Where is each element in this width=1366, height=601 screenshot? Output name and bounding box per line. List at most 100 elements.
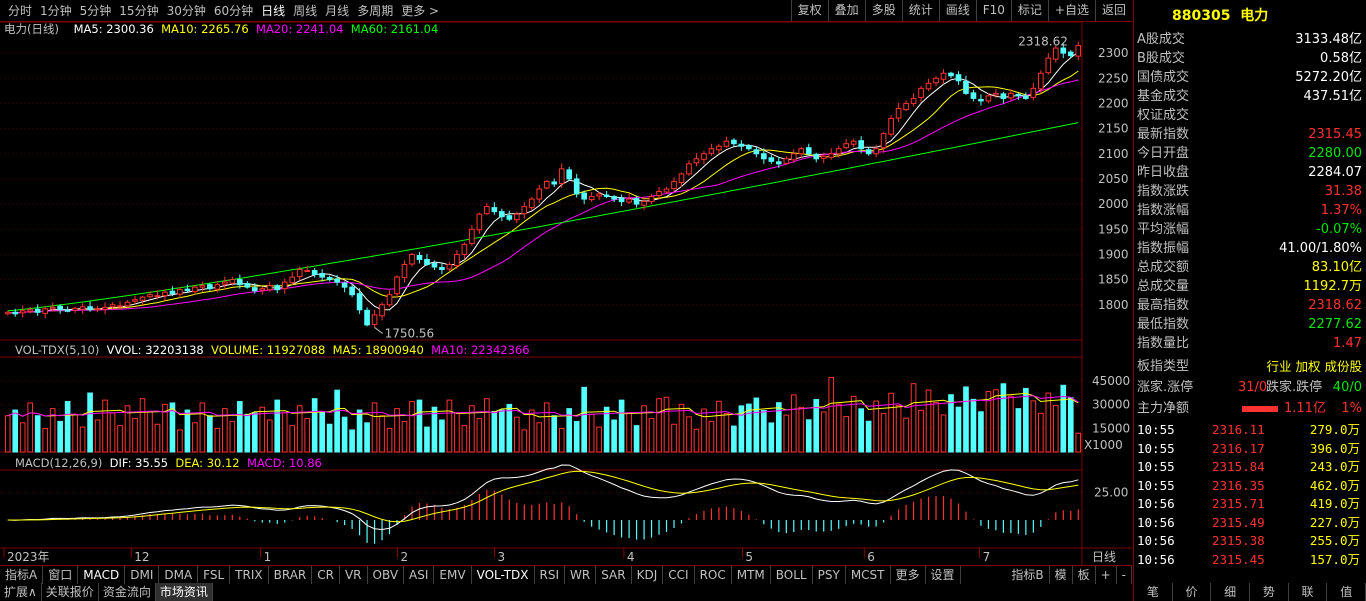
index-title-name: 电力 (1240, 8, 1269, 24)
panel-tab[interactable]: 联 (1289, 583, 1328, 601)
candle-body (880, 133, 887, 149)
volume-bar (304, 418, 311, 453)
indicator-tab-right[interactable]: 板 (1073, 566, 1096, 584)
indicator-tab[interactable]: DMI (125, 566, 160, 584)
indicator-tab[interactable]: ROC (695, 566, 732, 584)
up-label: 涨家.涨停 (1137, 380, 1194, 395)
candle-body (139, 296, 146, 301)
indicator-tab[interactable]: MCST (846, 566, 891, 584)
candle-body (731, 139, 737, 145)
index-type-row: 板指类型 行业 加权 成份股 (1134, 357, 1362, 376)
volume-bar (888, 392, 894, 453)
panel-tab[interactable]: 值 (1327, 583, 1366, 601)
index-type-value[interactable]: 行业 加权 成份股 (1267, 357, 1362, 376)
indicator-tab[interactable]: 设置 (926, 566, 961, 584)
indicator-tab[interactable]: BRAR (269, 566, 313, 584)
candle-body (259, 288, 266, 291)
candle-body (581, 192, 587, 200)
candle-body (304, 270, 311, 273)
candle-body (663, 188, 670, 193)
indicator-tab[interactable]: EMV (434, 566, 472, 584)
volume-bar (454, 412, 460, 453)
indicator-tab[interactable]: MTM (732, 566, 771, 584)
indicator-tab[interactable]: FSL (198, 566, 231, 584)
volume-bar (117, 425, 123, 453)
candle-body (192, 286, 198, 293)
volume-bar (783, 414, 790, 453)
indicator-tab[interactable]: PSY (813, 566, 846, 584)
candle-body (618, 197, 625, 203)
tick-time: 10:55 (1137, 477, 1175, 493)
indicator-tab[interactable]: WR (565, 566, 597, 584)
indicator-tab[interactable]: RSI (535, 566, 566, 584)
extension-tab[interactable]: 关联报价 (42, 583, 99, 601)
panel-tab[interactable]: 笔 (1134, 583, 1173, 601)
candle-body (244, 283, 251, 288)
candle-body (49, 306, 56, 310)
tick-row: 10:55 2316.11 279.0万 (1134, 421, 1362, 439)
extension-tab[interactable]: 资金流向 (99, 583, 156, 601)
indicator-tab[interactable]: 窗口 (43, 566, 79, 584)
volume-bar (139, 398, 146, 453)
candle-body (319, 273, 325, 278)
extension-tab[interactable]: 市场资讯 (155, 583, 213, 601)
indicator-tab[interactable]: KDJ (632, 566, 664, 584)
candle-body (326, 277, 333, 281)
indicator-tab[interactable]: OBV (368, 566, 405, 584)
volume-bar (27, 402, 34, 453)
candle-body (341, 282, 348, 288)
kline-chart[interactable]: 1800 1850 1900 1950 2000 2050 2100 2150 2200 2250… (0, 0, 1132, 565)
price-tick-label: 2200 (1098, 96, 1129, 110)
dea-line (7, 470, 1079, 523)
candle-body (371, 314, 378, 325)
indicator-tab[interactable]: TRIX (230, 566, 269, 584)
candle-body (439, 267, 445, 271)
volume-bar (790, 394, 797, 453)
quote-label: 最高指数 (1137, 298, 1190, 313)
volume-bar (229, 420, 236, 453)
volume-bar (933, 402, 939, 453)
volume-bar (1052, 404, 1059, 453)
quote-label: 最低指数 (1137, 317, 1190, 332)
volume-bar (476, 418, 483, 453)
indicator-tab[interactable]: DMA (159, 566, 199, 584)
volume-bar (521, 429, 528, 453)
volume-bar (708, 420, 715, 453)
indicator-tab[interactable]: 指标A (0, 566, 44, 584)
indicator-tab-right[interactable]: 模 (1050, 566, 1073, 584)
panel-tab[interactable]: 细 (1211, 583, 1251, 601)
volume-bar (581, 386, 587, 453)
tick-price: 2316.11 (1212, 422, 1265, 437)
candle-body (790, 153, 797, 161)
indicator-tab[interactable]: VR (340, 566, 368, 584)
panel-tab[interactable]: 势 (1250, 583, 1289, 601)
quote-value: 83.10亿 (1311, 260, 1362, 275)
indicator-tab[interactable]: BOLL (771, 566, 813, 584)
tick-volume: 255.0万 (1309, 533, 1360, 548)
indicator-tab[interactable]: VOL-TDX (472, 566, 535, 584)
volume-bar (499, 409, 505, 453)
volume-bar (461, 425, 468, 453)
extension-tab[interactable]: 扩展∧ (0, 583, 42, 601)
volume-bar (678, 403, 685, 453)
candle-body (573, 178, 580, 195)
indicator-tab[interactable]: 更多 (891, 566, 926, 584)
panel-tab[interactable]: 价 (1173, 583, 1212, 601)
tick-price: 2316.35 (1212, 477, 1265, 493)
indicator-tab[interactable]: MACD (78, 566, 126, 584)
indicator-tab-right[interactable]: - (1117, 566, 1132, 584)
volume-bar (940, 414, 947, 453)
candle-body (783, 158, 790, 164)
indicator-tab[interactable]: ASI (404, 566, 435, 584)
volume-bar (379, 415, 385, 453)
volume-bar (484, 398, 490, 453)
volume-bar (57, 420, 63, 453)
indicator-tab-right[interactable]: + (1096, 566, 1117, 584)
volume-bar (439, 419, 445, 453)
indicator-tab[interactable]: CR (312, 566, 340, 584)
main-flow-value: 1.11亿 (1284, 401, 1326, 416)
indicator-tab[interactable]: SAR (596, 566, 632, 584)
quote-row: A股成交 3133.48亿 (1134, 30, 1362, 49)
indicator-tab-right[interactable]: 指标B (1006, 566, 1050, 584)
indicator-tab[interactable]: CCI (663, 566, 695, 584)
